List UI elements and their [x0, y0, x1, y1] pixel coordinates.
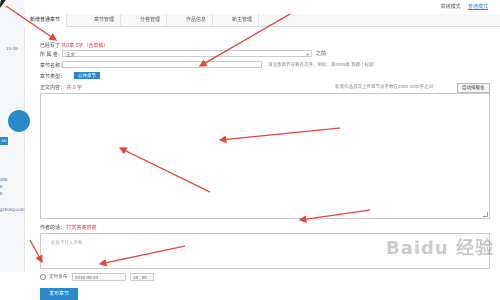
left-number-1: 205 — [0, 177, 8, 182]
left-date: 15-08- — [6, 46, 20, 51]
content-word-count: 共 0 字 — [66, 85, 82, 91]
schedule-time-input[interactable]: 19 : 00 — [130, 273, 154, 281]
tab-work-info[interactable]: 作品信息 — [180, 14, 214, 26]
author-label: 作者的话： — [40, 225, 66, 231]
author-placeholder: 此处不计入字数 — [51, 240, 83, 245]
content-count-text: 共0章 0字（含草稿） — [61, 43, 109, 49]
simple-mode-link[interactable]: 高级模式 — [441, 4, 461, 10]
schedule-radio[interactable] — [40, 274, 46, 280]
ad-badge[interactable]: AD — [0, 137, 8, 145]
volume-label: 所 属 卷： — [40, 52, 63, 58]
tab-volume-manage[interactable]: 分卷管理 — [134, 14, 168, 26]
schedule-label: 定时发布 — [49, 274, 68, 280]
chapter-title-hint: 请注意章节号要有次序，例如：第0009章 我都小标题 — [268, 62, 374, 67]
content-count-row: 已经写了 共0章 0字（含草稿） — [40, 42, 108, 49]
chapter-type-button[interactable]: 公共章节 — [74, 72, 100, 79]
autoformat-button[interactable]: 自动排版化 — [457, 83, 490, 93]
left-panel: 15-08- AD 205 8 8 gzhong.com — [0, 0, 30, 272]
content-textarea[interactable] — [40, 93, 490, 219]
schedule-row: 定时发布 — [40, 274, 67, 280]
left-number-2: 8 — [0, 184, 3, 189]
volume-select[interactable]: 正文 ▾ — [62, 50, 312, 57]
content-note: 新增作品首次上传章节总字数在2000-3000字之间 — [335, 84, 434, 89]
tab-new-manage[interactable]: 新主管理 — [226, 14, 260, 26]
chevron-down-icon: ▾ — [306, 52, 309, 57]
content-label: 正文内容： — [40, 85, 66, 91]
submit-button[interactable]: 发布章节 — [40, 288, 78, 300]
topbar: 高级模式 普通模式 — [24, 0, 500, 11]
chapter-title-input[interactable] — [62, 61, 262, 68]
avatar[interactable] — [8, 110, 30, 132]
schedule-date-input[interactable]: 2016-09-24 — [72, 273, 126, 281]
author-row: 作者的话： 打赏答谢感谢 — [40, 224, 96, 231]
volume-value: 正文 — [66, 52, 75, 57]
tab-new-chapter[interactable]: 新增普通章节 — [24, 14, 68, 27]
content-label-row: 正文内容： 共 0 字 — [40, 84, 82, 91]
watermark: Baidu 经验 — [385, 238, 494, 259]
after-label: 之前 — [316, 51, 327, 57]
advanced-mode-link[interactable]: 普通模式 — [468, 4, 488, 10]
tab-bar: 新增普通章节 章节管理 分卷管理 作品信息 新主管理 — [24, 14, 500, 27]
resize-handle-icon[interactable] — [483, 212, 488, 217]
content-count-label: 已经写了 — [40, 43, 61, 49]
author-link[interactable]: 打赏答谢感谢 — [66, 225, 96, 231]
chapter-type-label: 章节类型： — [40, 74, 66, 80]
left-number-3: 8 — [0, 191, 3, 196]
tab-chapter-manage[interactable]: 章节管理 — [88, 14, 122, 26]
left-web-link[interactable]: gzhong.com — [0, 207, 25, 212]
